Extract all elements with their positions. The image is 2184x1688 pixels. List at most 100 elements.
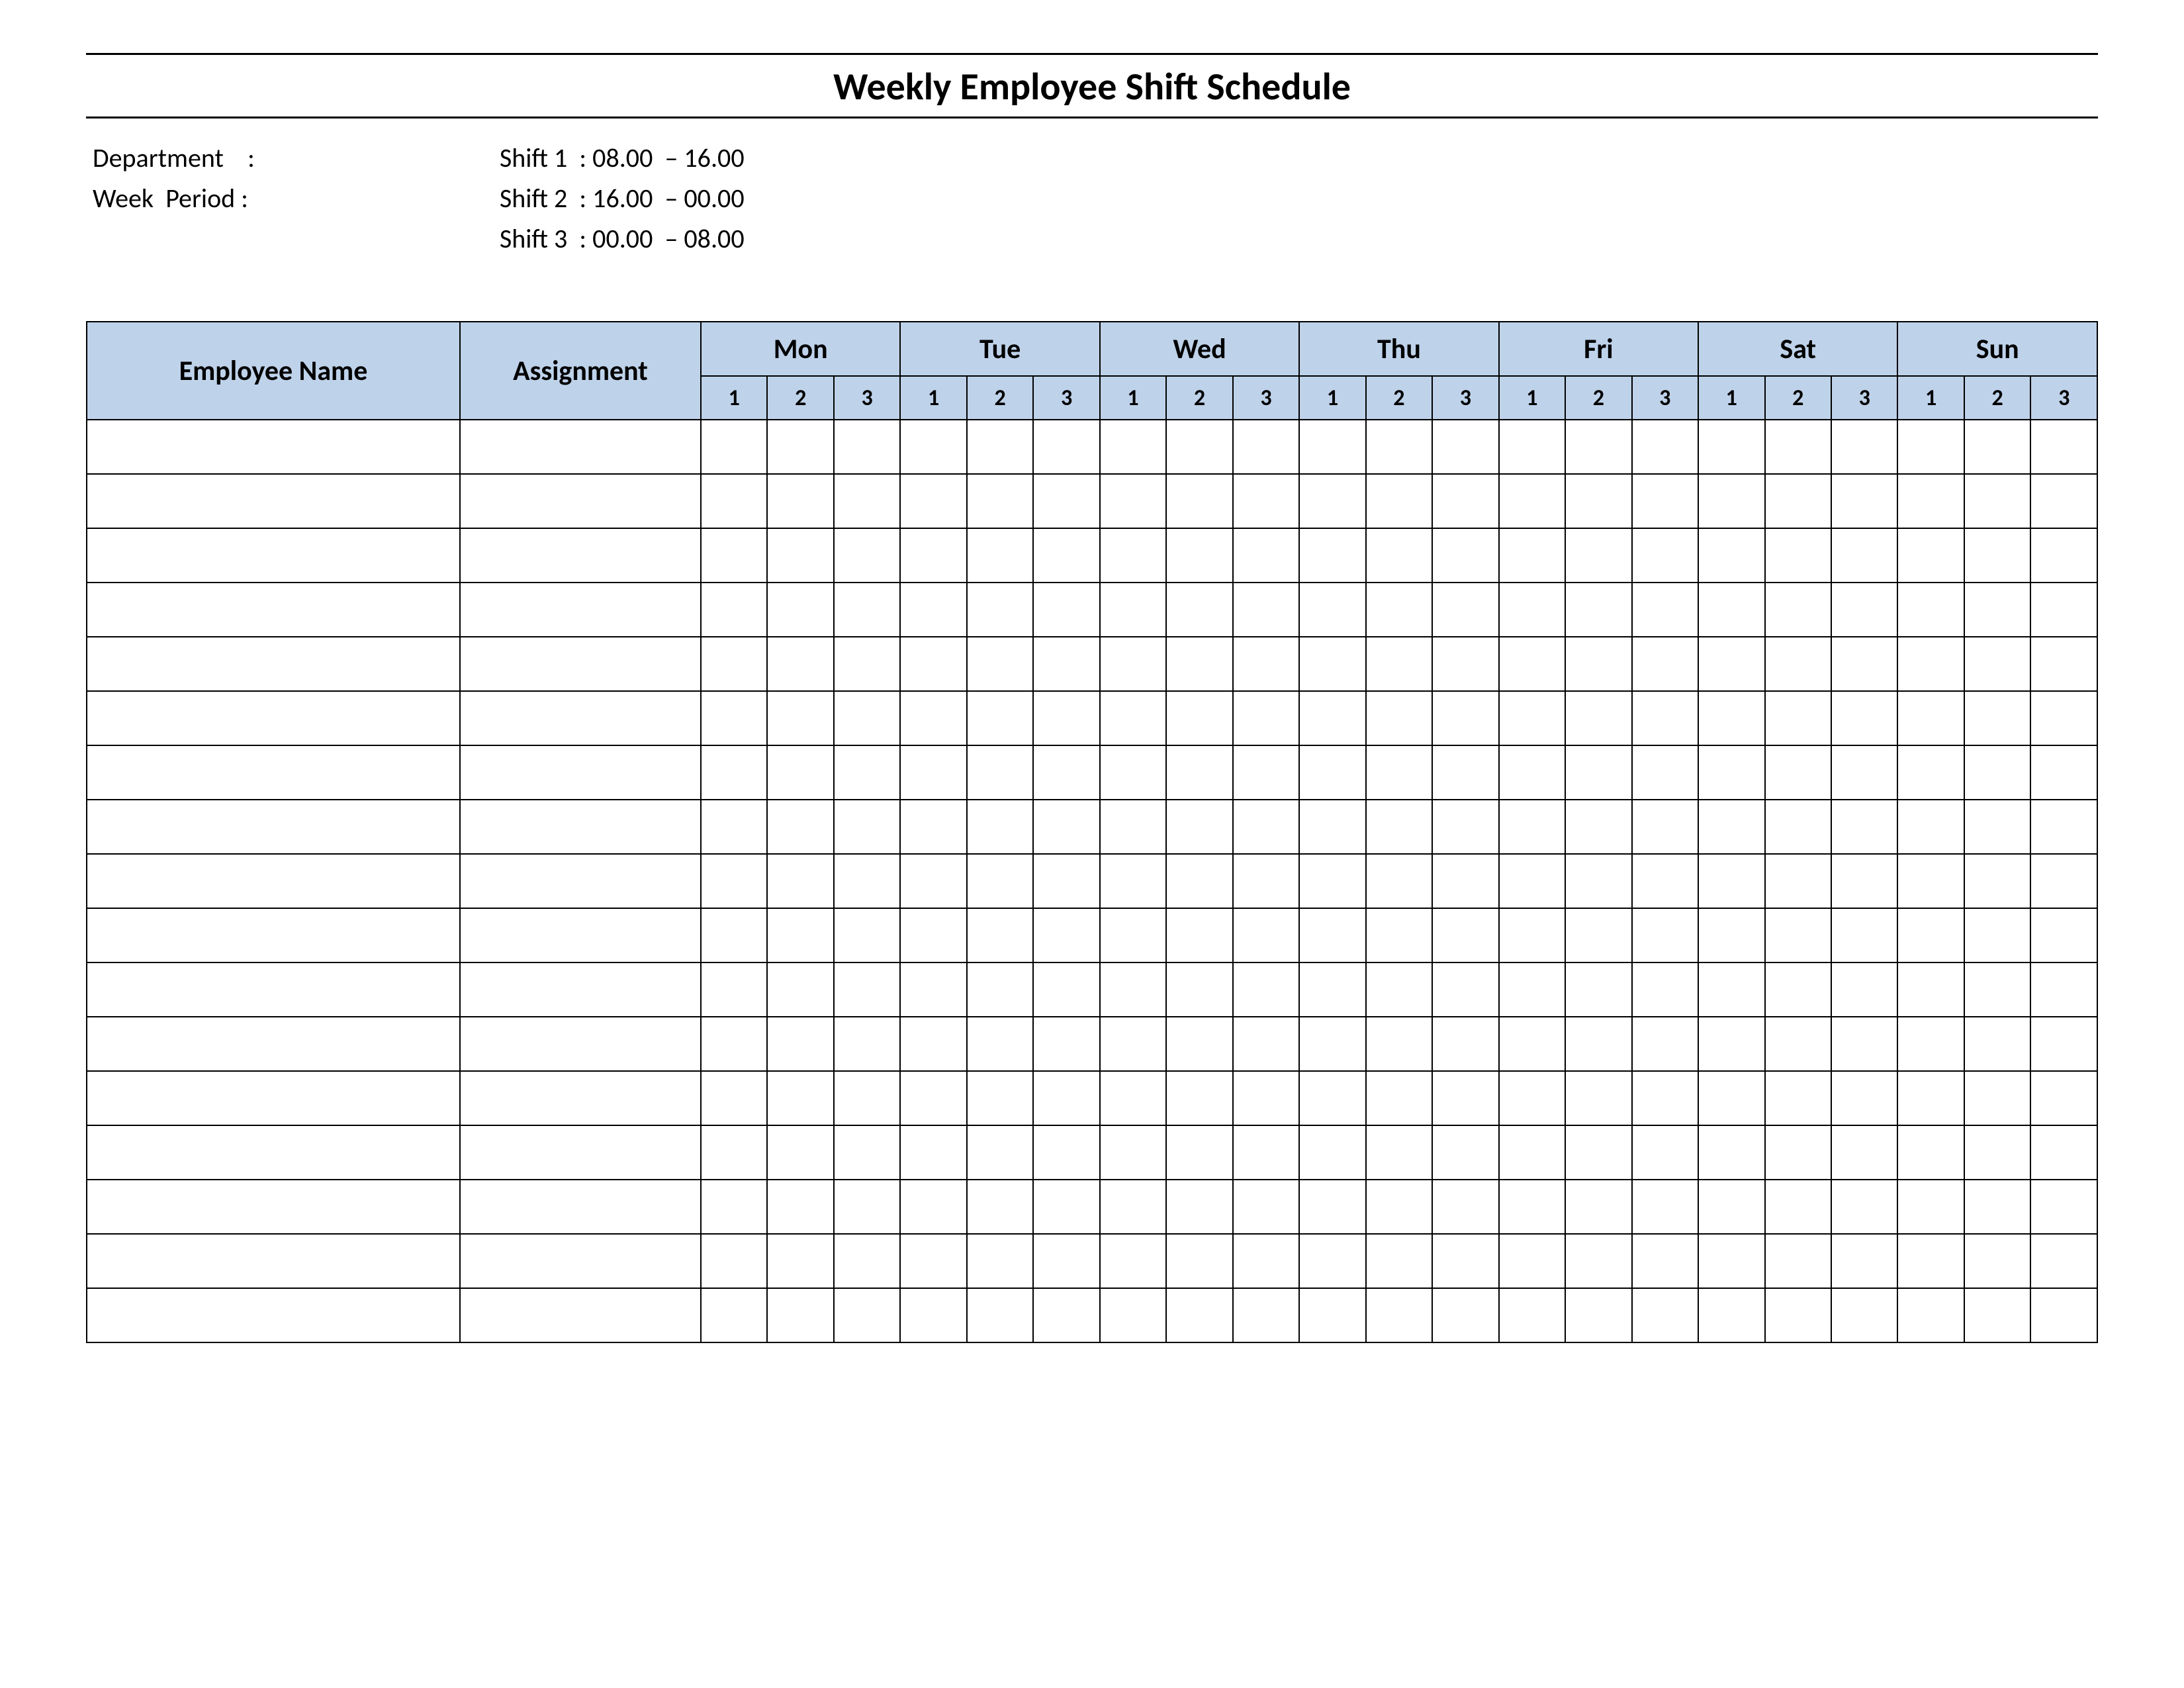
shift-cell[interactable] (834, 1180, 900, 1234)
employee-name-cell[interactable] (87, 800, 460, 854)
shift-cell[interactable] (1831, 908, 1897, 962)
employee-name-cell[interactable] (87, 583, 460, 637)
shift-cell[interactable] (1432, 691, 1498, 745)
shift-cell[interactable] (967, 583, 1033, 637)
shift-cell[interactable] (1765, 854, 1831, 908)
shift-cell[interactable] (900, 420, 966, 474)
shift-cell[interactable] (1831, 1017, 1897, 1071)
shift-cell[interactable] (1964, 1071, 2030, 1125)
shift-cell[interactable] (1100, 637, 1166, 691)
shift-cell[interactable] (967, 1071, 1033, 1125)
shift-cell[interactable] (834, 800, 900, 854)
shift-cell[interactable] (1897, 528, 1964, 583)
shift-cell[interactable] (1033, 474, 1099, 528)
shift-cell[interactable] (900, 637, 966, 691)
shift-cell[interactable] (1100, 962, 1166, 1017)
shift-cell[interactable] (767, 583, 833, 637)
shift-cell[interactable] (1765, 908, 1831, 962)
shift-cell[interactable] (767, 474, 833, 528)
shift-cell[interactable] (767, 1288, 833, 1342)
shift-cell[interactable] (1831, 1288, 1897, 1342)
shift-cell[interactable] (1698, 1288, 1764, 1342)
assignment-cell[interactable] (460, 854, 701, 908)
shift-cell[interactable] (1233, 745, 1299, 800)
employee-name-cell[interactable] (87, 745, 460, 800)
shift-cell[interactable] (1432, 1234, 1498, 1288)
shift-cell[interactable] (1897, 1125, 1964, 1180)
shift-cell[interactable] (967, 528, 1033, 583)
shift-cell[interactable] (834, 908, 900, 962)
shift-cell[interactable] (1565, 637, 1631, 691)
shift-cell[interactable] (1499, 691, 1565, 745)
shift-cell[interactable] (1499, 583, 1565, 637)
shift-cell[interactable] (1233, 1180, 1299, 1234)
shift-cell[interactable] (1632, 691, 1698, 745)
shift-cell[interactable] (1033, 420, 1099, 474)
shift-cell[interactable] (701, 583, 767, 637)
shift-cell[interactable] (1765, 528, 1831, 583)
shift-cell[interactable] (1366, 854, 1432, 908)
shift-cell[interactable] (1499, 854, 1565, 908)
shift-cell[interactable] (834, 1071, 900, 1125)
shift-cell[interactable] (1033, 1017, 1099, 1071)
shift-cell[interactable] (1366, 420, 1432, 474)
shift-cell[interactable] (900, 528, 966, 583)
shift-cell[interactable] (767, 1234, 833, 1288)
shift-cell[interactable] (1233, 1125, 1299, 1180)
shift-cell[interactable] (2030, 583, 2097, 637)
shift-cell[interactable] (767, 1125, 833, 1180)
shift-cell[interactable] (900, 1125, 966, 1180)
shift-cell[interactable] (1166, 1071, 1232, 1125)
shift-cell[interactable] (900, 474, 966, 528)
shift-cell[interactable] (1632, 1288, 1698, 1342)
shift-cell[interactable] (2030, 962, 2097, 1017)
shift-cell[interactable] (767, 745, 833, 800)
shift-cell[interactable] (967, 1017, 1033, 1071)
assignment-cell[interactable] (460, 1288, 701, 1342)
employee-name-cell[interactable] (87, 1180, 460, 1234)
shift-cell[interactable] (1499, 745, 1565, 800)
shift-cell[interactable] (1100, 1234, 1166, 1288)
shift-cell[interactable] (1897, 854, 1964, 908)
shift-cell[interactable] (1964, 1234, 2030, 1288)
shift-cell[interactable] (1033, 1180, 1099, 1234)
shift-cell[interactable] (1033, 1125, 1099, 1180)
shift-cell[interactable] (1366, 962, 1432, 1017)
shift-cell[interactable] (1499, 1071, 1565, 1125)
shift-cell[interactable] (1499, 474, 1565, 528)
shift-cell[interactable] (2030, 1234, 2097, 1288)
assignment-cell[interactable] (460, 474, 701, 528)
shift-cell[interactable] (1632, 637, 1698, 691)
assignment-cell[interactable] (460, 745, 701, 800)
shift-cell[interactable] (1698, 800, 1764, 854)
assignment-cell[interactable] (460, 1071, 701, 1125)
shift-cell[interactable] (1299, 1017, 1365, 1071)
shift-cell[interactable] (1299, 1071, 1365, 1125)
employee-name-cell[interactable] (87, 1288, 460, 1342)
shift-cell[interactable] (1698, 854, 1764, 908)
shift-cell[interactable] (1499, 1180, 1565, 1234)
shift-cell[interactable] (767, 420, 833, 474)
shift-cell[interactable] (1964, 745, 2030, 800)
shift-cell[interactable] (1100, 474, 1166, 528)
shift-cell[interactable] (1432, 854, 1498, 908)
shift-cell[interactable] (1964, 474, 2030, 528)
shift-cell[interactable] (1964, 854, 2030, 908)
shift-cell[interactable] (1299, 637, 1365, 691)
employee-name-cell[interactable] (87, 420, 460, 474)
shift-cell[interactable] (1964, 1017, 2030, 1071)
shift-cell[interactable] (1432, 528, 1498, 583)
shift-cell[interactable] (1299, 583, 1365, 637)
shift-cell[interactable] (1366, 745, 1432, 800)
shift-cell[interactable] (1565, 1125, 1631, 1180)
shift-cell[interactable] (1299, 691, 1365, 745)
assignment-cell[interactable] (460, 800, 701, 854)
shift-cell[interactable] (1831, 854, 1897, 908)
shift-cell[interactable] (1632, 908, 1698, 962)
shift-cell[interactable] (967, 745, 1033, 800)
shift-cell[interactable] (1499, 1288, 1565, 1342)
shift-cell[interactable] (1765, 962, 1831, 1017)
shift-cell[interactable] (767, 691, 833, 745)
employee-name-cell[interactable] (87, 962, 460, 1017)
shift-cell[interactable] (1831, 962, 1897, 1017)
